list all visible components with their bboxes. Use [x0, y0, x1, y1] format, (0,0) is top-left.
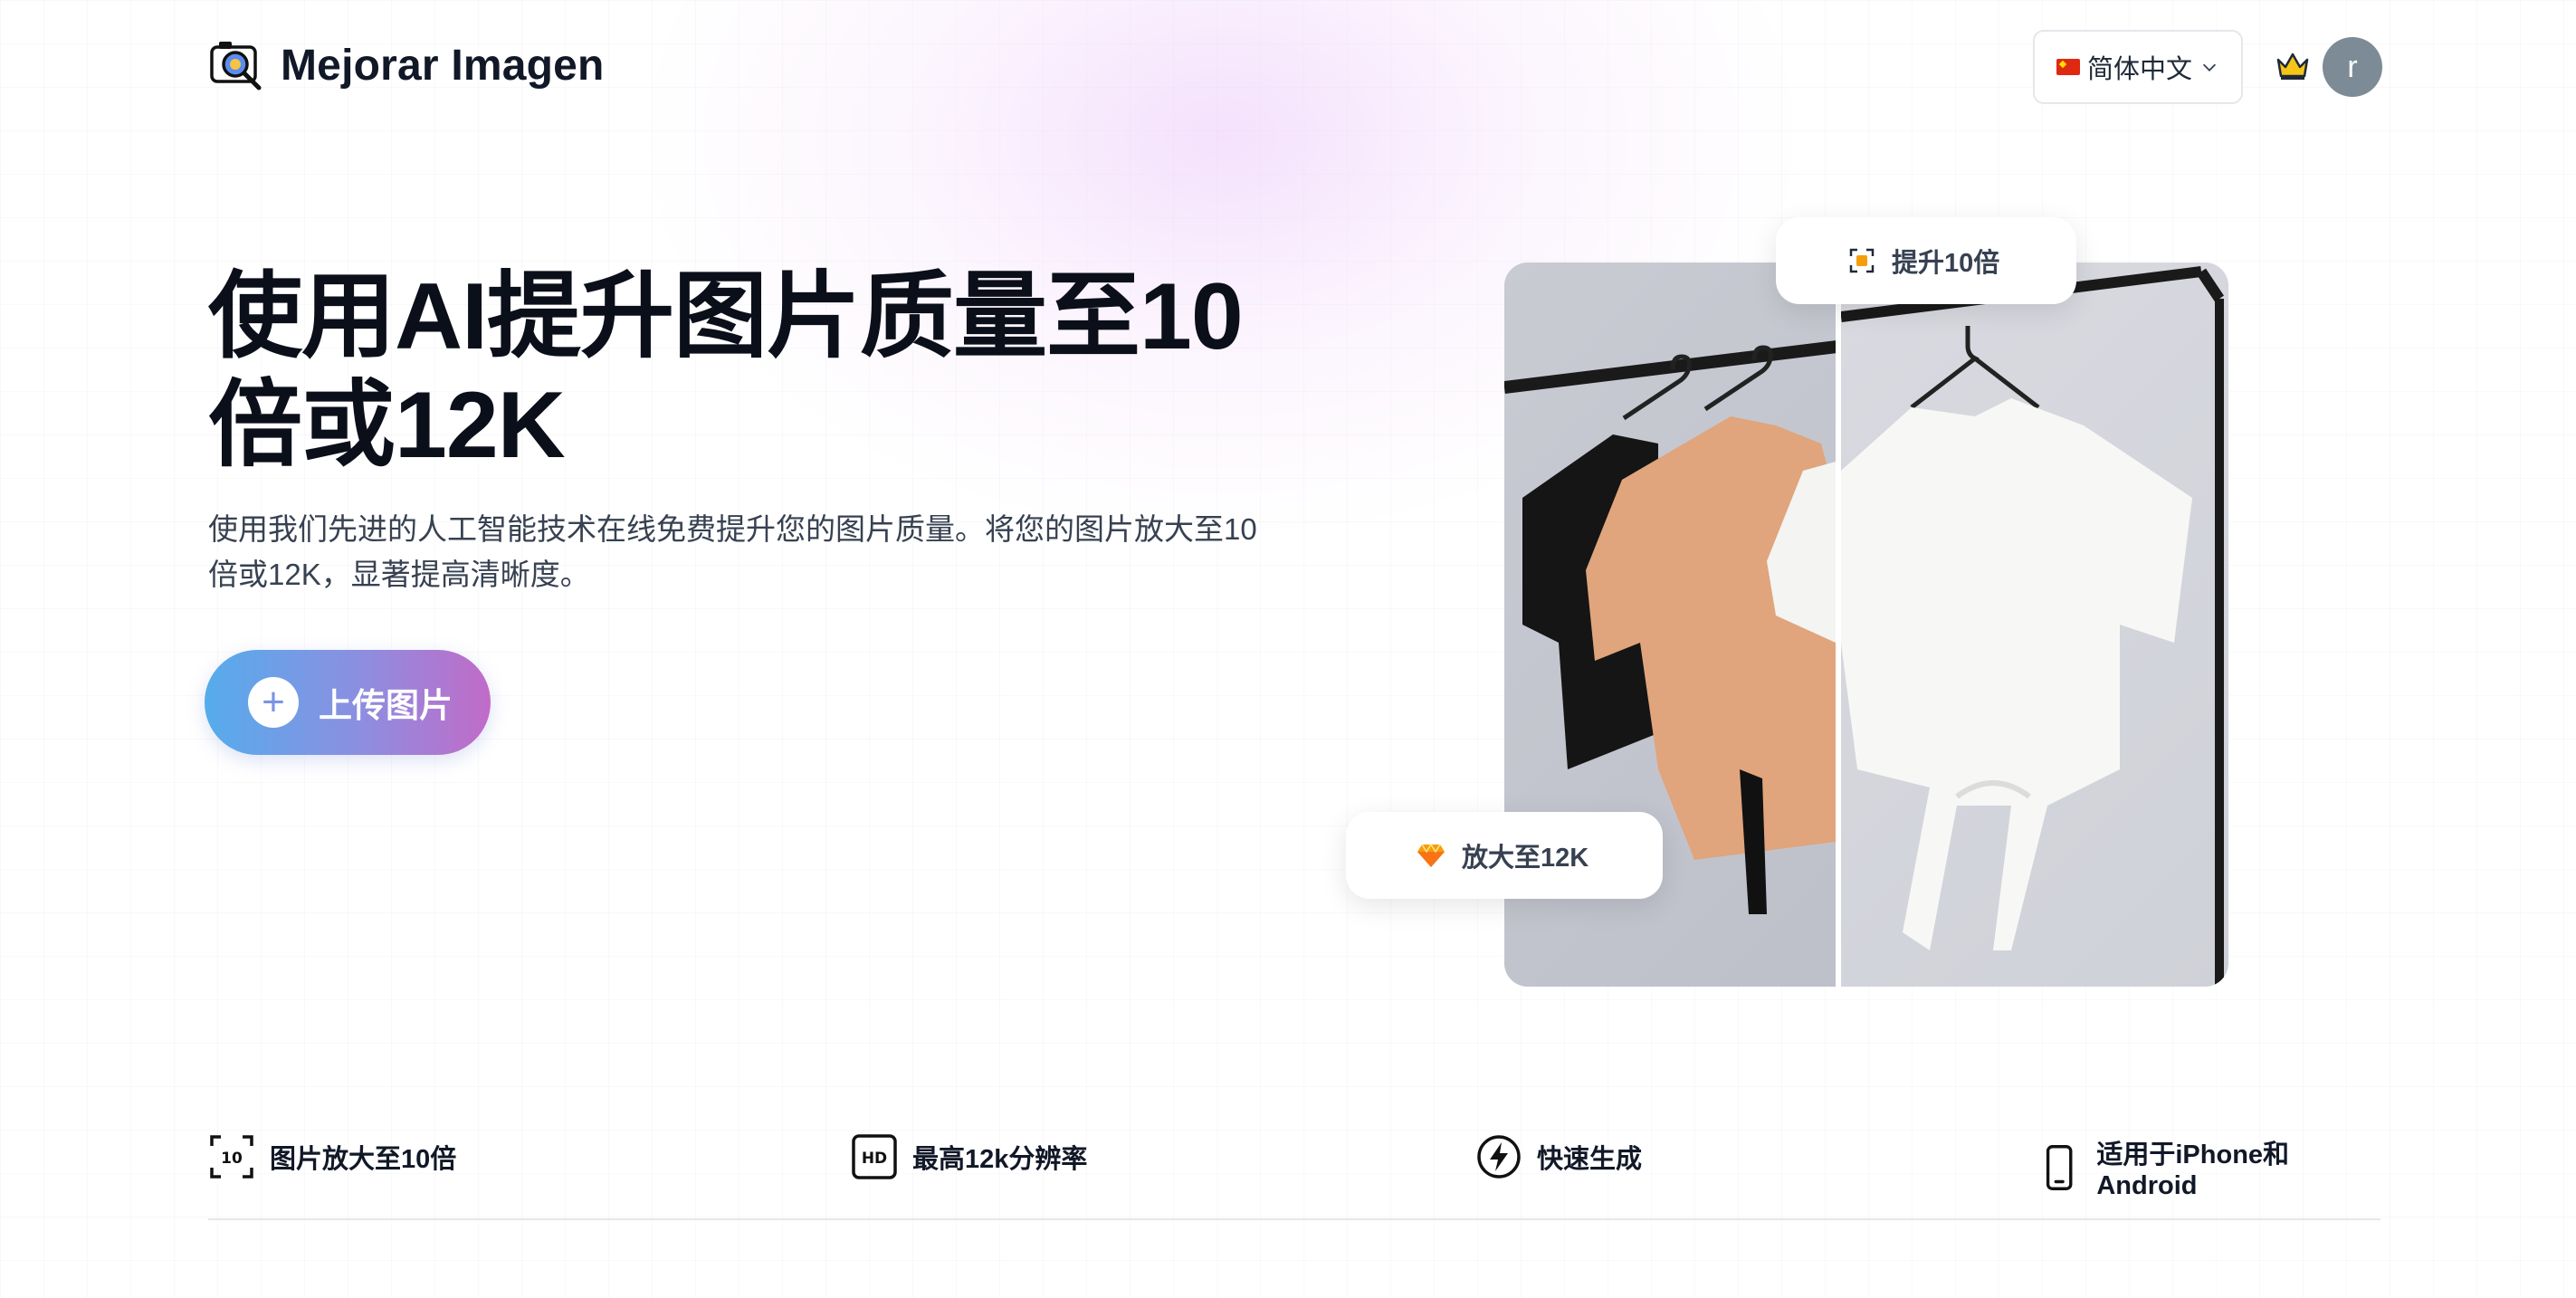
feature-item: 10 图片放大至10倍 — [208, 1133, 456, 1180]
crown-icon[interactable] — [2275, 51, 2310, 81]
badge-bottom-label: 放大至12K — [1462, 844, 1589, 873]
language-label: 简体中文 — [2086, 55, 2192, 84]
svg-text:HD: HD — [862, 1150, 887, 1168]
hd-icon: HD — [852, 1134, 897, 1179]
scale-10x-icon: 10 — [210, 1135, 253, 1179]
phone-icon — [2046, 1144, 2073, 1190]
feature-item: 快速生成 — [1475, 1133, 1642, 1180]
feature-label: 适用于iPhone和Android — [2096, 1141, 2290, 1200]
feature-item: HD 最高12k分辨率 — [851, 1133, 1087, 1180]
hero-subtitle: 使用我们先进的人工智能技术在线免费提升您的图片质量。将您的图片放大至10倍或12… — [208, 512, 1257, 591]
site-header: Mejorar Imagen 简体中文 r — [0, 0, 2576, 134]
badge-upscale-10x: 提升10倍 — [1776, 217, 2076, 304]
focus-frame-icon — [1849, 248, 1875, 273]
svg-text:10: 10 — [221, 1150, 243, 1168]
hero-title: 使用AI提升图片质量至10倍或12K — [208, 264, 1244, 478]
feature-item: 适用于iPhone和Android — [2037, 1133, 2380, 1201]
feature-label: 快速生成 — [1537, 1145, 1643, 1174]
plus-icon: + — [248, 677, 299, 728]
features-bar: 10 图片放大至10倍 HD 最高12k分辨率 快速生成 适用于iPhone和A… — [208, 1122, 2380, 1220]
logo-text: Mejorar Imagen — [281, 41, 605, 90]
diamond-icon — [1417, 843, 1445, 867]
badge-enlarge-12k: 放大至12K — [1346, 812, 1663, 899]
feature-label: 最高12k分辨率 — [912, 1145, 1088, 1174]
avatar[interactable]: r — [2323, 37, 2382, 97]
lightning-icon — [1477, 1135, 1521, 1179]
upload-button-label: 上传图片 — [319, 687, 453, 724]
feature-label: 图片放大至10倍 — [270, 1145, 457, 1174]
language-select[interactable]: 简体中文 — [2033, 30, 2243, 104]
china-flag-icon — [2056, 59, 2080, 75]
camera-search-icon — [210, 42, 262, 91]
upload-image-button[interactable]: + 上传图片 — [205, 650, 491, 755]
chevron-down-icon — [2202, 63, 2217, 72]
badge-top-label: 提升10倍 — [1892, 249, 2000, 278]
logo[interactable]: Mejorar Imagen — [208, 36, 605, 94]
